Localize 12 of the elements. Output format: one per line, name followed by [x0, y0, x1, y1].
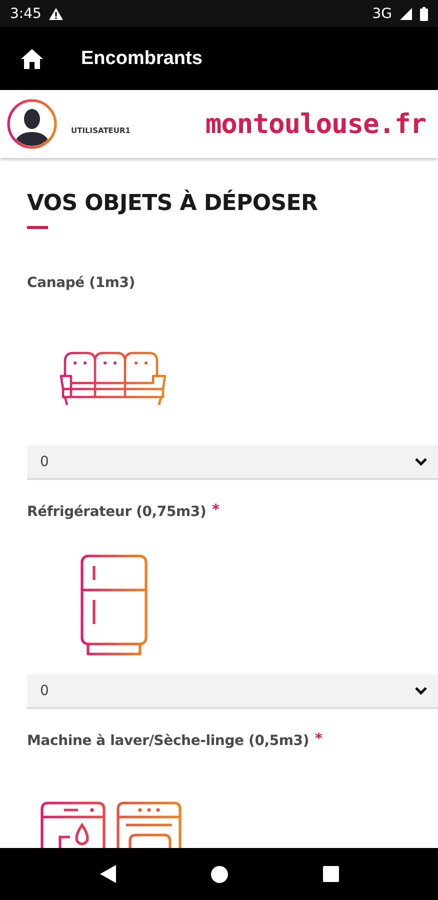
required-mark: *: [212, 504, 220, 516]
clock: 3:45: [10, 6, 42, 22]
app-bar-title: Encombrants: [81, 48, 202, 70]
quantity-dropdown[interactable]: 0: [27, 445, 438, 480]
item-label: Réfrigérateur (0,75m3): [27, 504, 206, 520]
item-label: Canapé (1m3): [27, 275, 135, 291]
section-title: VOS OBJETS À DÉPOSER: [27, 191, 319, 216]
quantity-dropdown[interactable]: 0: [27, 674, 438, 709]
network-type: 3G: [372, 6, 392, 22]
site-logo[interactable]: montoulouse.fr: [205, 108, 426, 140]
required-mark: *: [315, 733, 322, 745]
item-label: Machine à laver/Sèche-linge (0,5m3): [27, 733, 310, 749]
